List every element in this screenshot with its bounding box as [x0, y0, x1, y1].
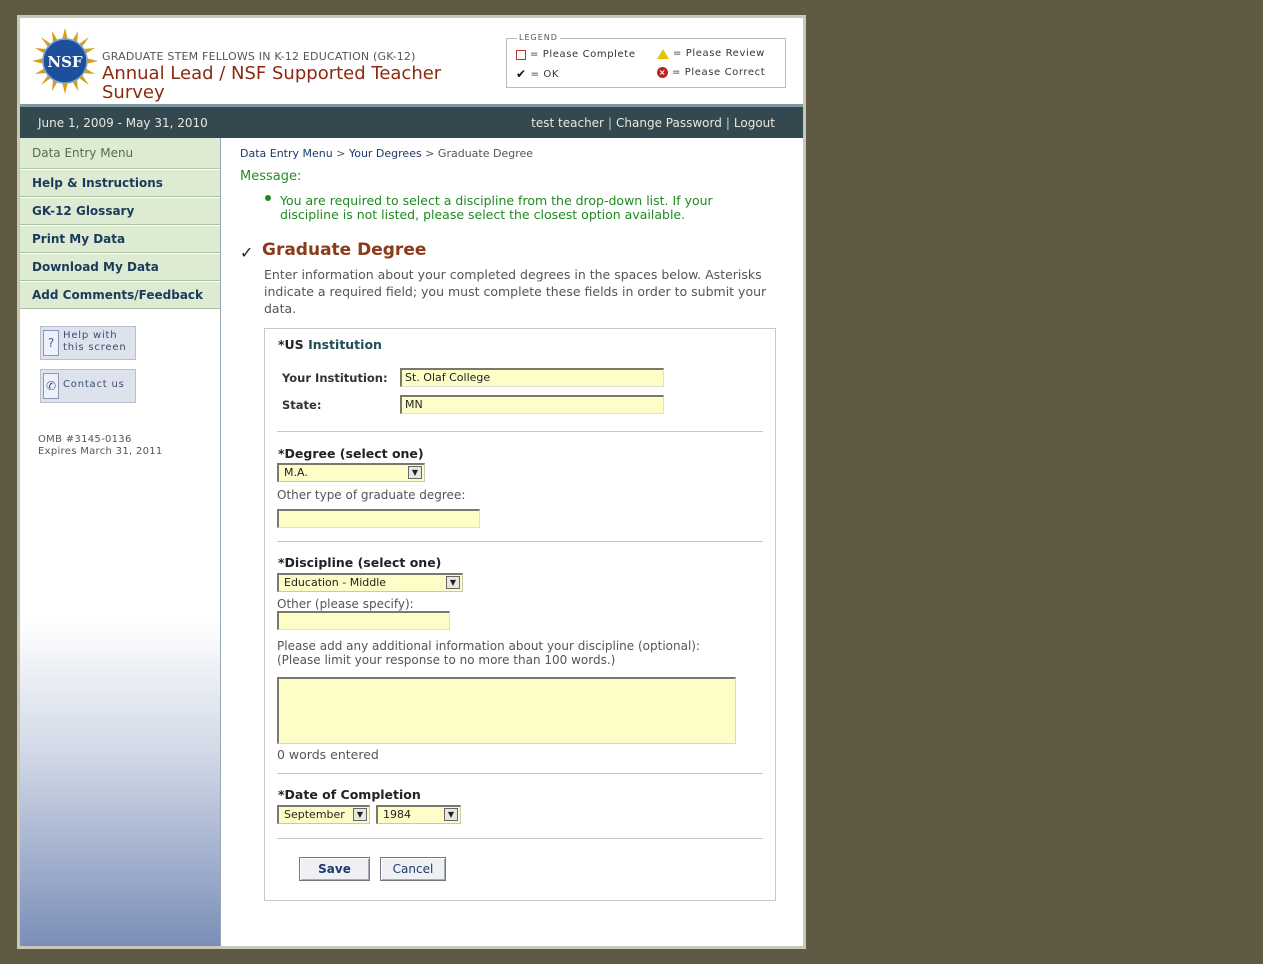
phone-icon: ✆: [43, 373, 59, 399]
omb-notice: OMB #3145-0136 Expires March 31, 2011: [38, 434, 163, 457]
institution-label: Your Institution:: [282, 371, 388, 385]
breadcrumb-your-degrees[interactable]: Your Degrees: [349, 147, 422, 160]
sidebar: Data Entry Menu Help & Instructions GK-1…: [20, 138, 221, 946]
degree-select[interactable]: M.A. ▼: [277, 463, 425, 482]
main-content: Data Entry Menu > Your Degrees > Graduat…: [221, 138, 803, 946]
sidebar-item-comments-feedback[interactable]: Add Comments/Feedback: [20, 282, 220, 309]
help-screen-button[interactable]: ? Help with this screen: [40, 326, 136, 360]
section-title: Graduate Degree: [262, 240, 427, 260]
error-icon: ×: [657, 67, 668, 78]
nsf-logo: NSF: [32, 28, 98, 94]
divider: [277, 773, 763, 774]
sidebar-heading: Data Entry Menu: [20, 138, 220, 169]
divider: [277, 838, 763, 839]
page-frame: NSF GRADUATE STEM FELLOWS IN K-12 EDUCAT…: [17, 15, 806, 949]
sidebar-item-download-data[interactable]: Download My Data: [20, 254, 220, 281]
word-limit-label: (Please limit your response to no more t…: [277, 653, 616, 667]
section-intro: Enter information about your completed d…: [264, 267, 767, 316]
completion-month-select[interactable]: September ▼: [277, 805, 370, 824]
additional-info-textarea[interactable]: [277, 677, 736, 744]
message-text: You are required to select a discipline …: [280, 193, 713, 222]
divider: [277, 431, 763, 432]
reporting-period: June 1, 2009 - May 31, 2010: [38, 116, 208, 130]
breadcrumb-current: Graduate Degree: [437, 147, 534, 160]
sidebar-item-glossary[interactable]: GK-12 Glossary: [20, 198, 220, 225]
user-name-link[interactable]: test teacher: [531, 116, 604, 130]
legend-please-complete: = Please Complete: [516, 49, 636, 60]
dropdown-arrow-icon: ▼: [408, 466, 422, 479]
other-discipline-field[interactable]: [277, 611, 450, 630]
institution-group-title: *US Institution: [278, 337, 382, 352]
check-icon: ✔: [516, 67, 527, 81]
breadcrumb-data-entry-menu[interactable]: Data Entry Menu: [240, 147, 333, 160]
degree-group-title: *Degree (select one): [278, 446, 424, 461]
check-icon: ✓: [240, 243, 254, 262]
cancel-button[interactable]: Cancel: [380, 857, 446, 881]
sidebar-item-print-data[interactable]: Print My Data: [20, 226, 220, 253]
warning-icon: [657, 48, 669, 59]
institution-field[interactable]: St. Olaf College: [400, 368, 664, 387]
discipline-group-title: *Discipline (select one): [278, 555, 442, 570]
program-name: GRADUATE STEM FELLOWS IN K-12 EDUCATION …: [102, 50, 416, 63]
change-password-link[interactable]: Change Password: [616, 116, 722, 130]
dropdown-arrow-icon: ▼: [444, 808, 458, 821]
header: NSF GRADUATE STEM FELLOWS IN K-12 EDUCAT…: [20, 18, 803, 104]
other-discipline-label: Other (please specify):: [277, 597, 414, 611]
completion-group-title: *Date of Completion: [278, 787, 421, 802]
divider: [277, 541, 763, 542]
dropdown-arrow-icon: ▼: [353, 808, 367, 821]
contact-us-button[interactable]: ✆ Contact us: [40, 369, 136, 403]
survey-title: Annual Lead / NSF Supported Teacher Surv…: [102, 63, 442, 103]
user-links: test teacher | Change Password | Logout: [531, 116, 775, 130]
message-label: Message:: [240, 169, 302, 184]
state-label: State:: [282, 398, 322, 412]
save-button[interactable]: Save: [299, 857, 370, 881]
sidebar-item-help-instructions[interactable]: Help & Instructions: [20, 170, 220, 197]
other-degree-label: Other type of graduate degree:: [277, 488, 466, 502]
legend-please-correct: × = Please Correct: [657, 67, 766, 78]
checkbox-empty-icon: [516, 49, 526, 60]
additional-info-label: Please add any additional information ab…: [277, 639, 701, 653]
logout-link[interactable]: Logout: [734, 116, 775, 130]
breadcrumb: Data Entry Menu > Your Degrees > Graduat…: [240, 147, 534, 160]
legend-please-review: = Please Review: [657, 48, 765, 59]
word-count: 0 words entered: [277, 747, 379, 762]
bullet-icon: [265, 195, 271, 201]
question-icon: ?: [43, 330, 59, 356]
date-bar: June 1, 2009 - May 31, 2010 test teacher…: [20, 104, 803, 138]
legend-title: LEGEND: [517, 33, 560, 42]
completion-year-select[interactable]: 1984 ▼: [376, 805, 461, 824]
legend: LEGEND = Please Complete = Please Review…: [506, 33, 786, 88]
state-field[interactable]: MN: [400, 395, 664, 414]
svg-text:NSF: NSF: [47, 53, 83, 71]
degree-form: *US Institution Your Institution: St. Ol…: [264, 328, 776, 901]
legend-ok: ✔ = OK: [516, 67, 560, 81]
dropdown-arrow-icon: ▼: [446, 576, 460, 589]
discipline-select[interactable]: Education - Middle ▼: [277, 573, 463, 592]
other-degree-field[interactable]: [277, 509, 480, 528]
